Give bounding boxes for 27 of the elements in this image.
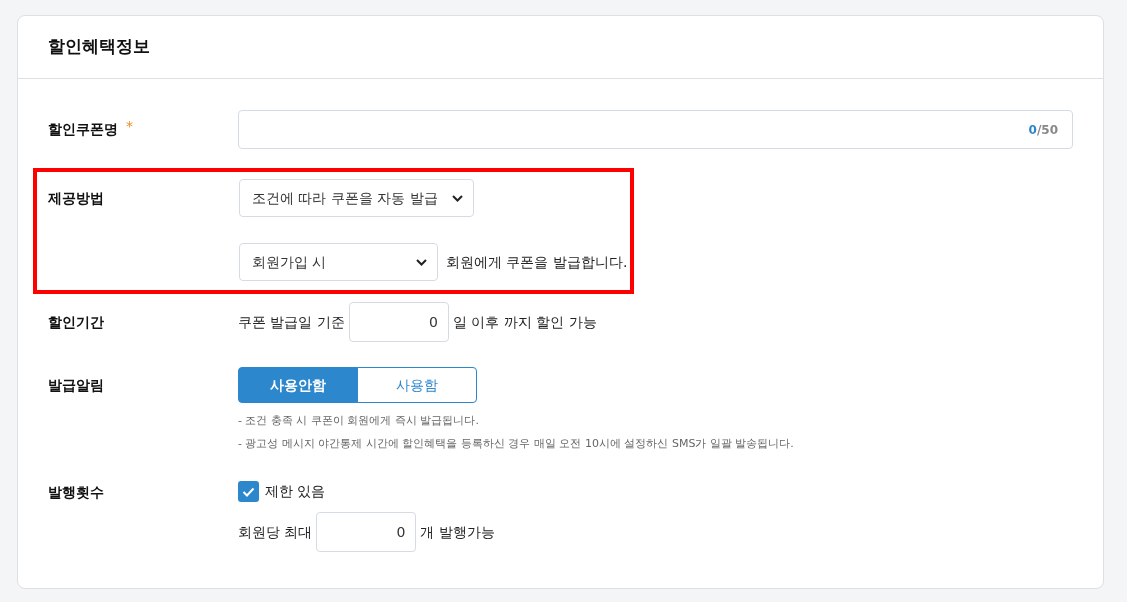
field-label: 발급알림: [48, 375, 104, 395]
help-note: - 조건 충족 시 쿠폰이 회원에게 즉시 발급됩니다.: [238, 413, 480, 429]
help-note: - 광고성 메시지 야간통제 시간에 할인혜택을 등록하신 경우 매일 오전 10시에 설정하신 SMS가 일괄 발송됩니다.: [238, 435, 794, 452]
field-text: 쿠폰 발급일 기준: [238, 312, 345, 332]
field-label: 발행횟수: [48, 482, 104, 502]
method-select[interactable]: 조건에 따라 쿠폰을 자동 발급: [239, 179, 474, 217]
checkbox[interactable]: [238, 481, 259, 502]
toggle-option[interactable]: 사용함: [357, 367, 477, 403]
field-text: 일 이후 까지 할인 가능: [452, 312, 597, 332]
chevron-down-icon: [416, 258, 427, 266]
field-label: 제공방법: [48, 188, 104, 208]
toggle-option[interactable]: 사용안함: [238, 367, 358, 403]
coupon-name-field[interactable]: 0/50: [238, 110, 1073, 149]
number-field[interactable]: 0: [316, 512, 417, 552]
required-mark: *: [126, 116, 133, 136]
condition-select[interactable]: 회원가입 시: [239, 243, 438, 281]
checkmark-icon: [242, 486, 255, 497]
character-counter: 0/50: [1028, 121, 1058, 139]
field-label: 할인기간: [48, 312, 104, 332]
number-field[interactable]: 0: [348, 302, 449, 342]
field-label: 할인쿠폰명: [48, 119, 118, 139]
field-text: 제한 있음: [265, 482, 326, 501]
field-text: 회원당 최대: [238, 522, 313, 542]
chevron-down-icon: [452, 194, 463, 202]
section-title: 할인혜택정보: [48, 35, 150, 59]
field-text: 개 발행가능: [420, 522, 495, 542]
field-text: 회원에게 쿠폰을 발급합니다.: [446, 252, 628, 272]
